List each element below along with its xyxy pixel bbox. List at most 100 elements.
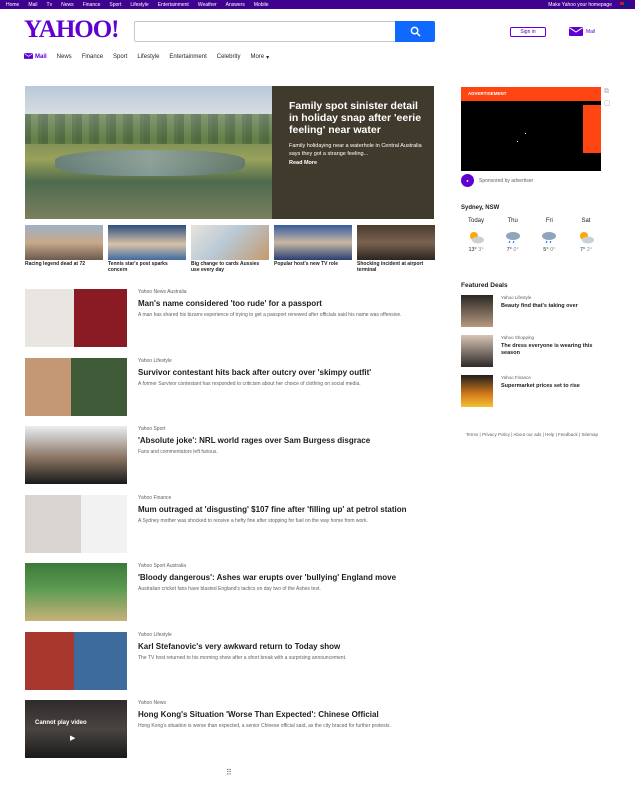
stream-story[interactable]: Yahoo Lifestyle Karl Stefanovic's very aw… [25, 631, 435, 692]
topbar-link-news[interactable]: News [61, 2, 74, 8]
australia-flag-icon[interactable] [620, 2, 629, 7]
story-title[interactable]: Man's name considered 'too rude' for a p… [138, 299, 428, 309]
topbar-link-weather[interactable]: Weather [198, 2, 217, 8]
hero-text-panel: Family spot sinister detail in holiday s… [272, 86, 434, 219]
nav-item-mail[interactable]: Mail [24, 53, 47, 61]
topbar-link-answers[interactable]: Answers [226, 2, 245, 8]
nav-item-news[interactable]: News [57, 54, 72, 60]
story-image[interactable] [25, 494, 127, 553]
ad-info-icon[interactable]: ▢ [604, 98, 611, 110]
nav-item-label: Entertainment [169, 54, 207, 60]
yahoo-logo[interactable]: YAHOO! [24, 16, 119, 44]
story-image[interactable] [25, 426, 127, 484]
story-title[interactable]: Karl Stefanovic's very awkward return to… [138, 642, 428, 652]
mail-link[interactable]: Mail [569, 27, 595, 36]
thumbnail-image [191, 225, 269, 260]
thumbnail-story[interactable]: Big change to cards Aussies use every da… [191, 225, 269, 278]
story-title[interactable]: 'Bloody dangerous': Ashes war erupts ove… [138, 573, 428, 583]
story-image[interactable] [25, 289, 127, 347]
nav-item-label: Mail [35, 54, 47, 60]
sign-in-button[interactable]: Sign in [510, 27, 546, 37]
thumbnail-caption[interactable]: Big change to cards Aussies use every da… [191, 261, 269, 273]
mail-label: Mail [586, 28, 596, 35]
weather-day[interactable]: Fri 5° 0° [534, 218, 564, 253]
hero-title[interactable]: Family spot sinister detail in holiday s… [289, 100, 422, 136]
thumbnail-story[interactable]: Tennis star's post sparks concern [108, 225, 186, 278]
featured-provider: Yahoo Shopping [501, 335, 534, 340]
nav-item-lifestyle[interactable]: Lifestyle [137, 54, 159, 60]
topbar-link-finance[interactable]: Finance [83, 2, 101, 8]
ad-side-panel [583, 105, 601, 153]
weather-location[interactable]: Sydney, NSW [461, 205, 601, 211]
stream-story[interactable]: Yahoo Sport Australia 'Bloody dangerous':… [25, 563, 435, 623]
weather-temps: 7° 2° [571, 247, 601, 253]
thumbnail-story[interactable]: Racing legend dead at 72 [25, 225, 103, 278]
weather-low: 0° [550, 247, 556, 253]
thumbnail-story[interactable]: Shocking incident at airport terminal [357, 225, 435, 278]
weather-temps: 13° 3° [461, 247, 491, 253]
topbar-link-mail[interactable]: Mail [28, 2, 37, 8]
nav-item-celebrity[interactable]: Celebrity [217, 54, 241, 60]
search-button[interactable] [395, 21, 435, 42]
topbar-link-sport[interactable]: Sport [109, 2, 121, 8]
topbar-link-lifestyle[interactable]: Lifestyle [130, 2, 148, 8]
featured-title[interactable]: Beauty find that's taking over [501, 303, 611, 310]
story-image[interactable] [25, 357, 127, 416]
thumbnail-story[interactable]: Popular host's new TV role [274, 225, 352, 278]
nav-item-more[interactable]: More ▾ [250, 54, 269, 61]
thumbnail-caption[interactable]: Shocking incident at airport terminal [357, 261, 435, 273]
featured-item[interactable]: Yahoo Finance Supermarket prices set to r… [461, 375, 611, 409]
search-input[interactable] [134, 21, 396, 42]
featured-item[interactable]: Yahoo Lifestyle Beauty find that's taking… [461, 295, 611, 329]
featured-image [461, 295, 493, 327]
nav-item-entertainment[interactable]: Entertainment [169, 54, 206, 60]
stream-story[interactable]: Yahoo Sport 'Absolute joke': NRL world ra… [25, 426, 435, 486]
story-title[interactable]: Survivor contestant hits back after outc… [138, 368, 428, 378]
weather-widget[interactable]: Sydney, NSW Today 13° 3° Thu 7° 0° Fri 5° 0° S… [461, 205, 601, 253]
play-icon[interactable]: ▶ [70, 734, 75, 742]
story-provider: Yahoo Sport Australia [138, 563, 186, 569]
weather-day[interactable]: Today 13° 3° [461, 218, 491, 253]
weather-high: 5° [543, 247, 549, 253]
topbar-link-home[interactable]: Home [6, 2, 19, 8]
featured-item[interactable]: Yahoo Shopping The dress everyone is wear… [461, 335, 611, 369]
sponsor-line[interactable]: ● Sponsored by advertiser [461, 174, 533, 187]
envelope-icon [569, 27, 583, 36]
mail-icon [24, 53, 33, 61]
thumbnail-caption[interactable]: Popular host's new TV role [274, 261, 352, 267]
story-image[interactable]: Cannot play video ▶ [25, 700, 127, 758]
stream-story[interactable]: Yahoo News Australia Man's name considere… [25, 289, 435, 349]
story-summary: A Sydney mother was shocked to receive a… [138, 517, 368, 524]
weather-day[interactable]: Sat 7° 2° [571, 218, 601, 253]
read-more-link[interactable]: Read More [289, 160, 422, 166]
weather-high: 7° [506, 247, 512, 253]
story-title[interactable]: 'Absolute joke': NRL world rages over Sa… [138, 436, 428, 446]
story-image[interactable] [25, 631, 127, 690]
footer-links[interactable]: Terms | Privacy Policy | About our ads |… [462, 431, 602, 439]
topbar-link-mobile[interactable]: Mobile [254, 2, 269, 8]
advertisement[interactable]: ADVERTISEMENT [461, 87, 601, 171]
stream-story[interactable]: Cannot play video ▶ Yahoo News Hong Kong's … [25, 700, 435, 760]
weather-day[interactable]: Thu 7° 0° [498, 218, 528, 253]
footer-text[interactable]: Terms | Privacy Policy | About our ads |… [466, 432, 598, 437]
ad-expand-icon[interactable]: ⧉ [604, 86, 611, 98]
story-title[interactable]: Mum outraged at 'disgusting' $107 fine a… [138, 505, 428, 515]
weather-temps: 5° 0° [534, 247, 564, 253]
hero-image-water [55, 150, 245, 176]
thumbnail-caption[interactable]: Tennis star's post sparks concern [108, 261, 186, 273]
story-image[interactable] [25, 563, 127, 621]
nav-item-sport[interactable]: Sport [113, 54, 127, 60]
thumbnail-caption[interactable]: Racing legend dead at 72 [25, 261, 103, 267]
nav-item-finance[interactable]: Finance [82, 54, 103, 60]
ad-controls[interactable]: ⧉ ▢ [604, 86, 611, 110]
stream-story[interactable]: Yahoo Finance Mum outraged at 'disgusting… [25, 494, 435, 555]
topbar-link-entertainment[interactable]: Entertainment [158, 2, 189, 8]
stream-story[interactable]: Yahoo Lifestyle Survivor contestant hits … [25, 357, 435, 418]
nav-item-label: Lifestyle [137, 54, 160, 60]
story-title[interactable]: Hong Kong's Situation 'Worse Than Expect… [138, 710, 428, 720]
featured-title[interactable]: The dress everyone is wearing this seaso… [501, 343, 611, 357]
hero-story[interactable]: Family spot sinister detail in holiday s… [25, 86, 434, 219]
featured-title[interactable]: Supermarket prices set to rise [501, 383, 611, 390]
make-homepage-link[interactable]: Make Yahoo your homepage [548, 2, 612, 8]
topbar-link-tv[interactable]: Tv [47, 2, 53, 8]
